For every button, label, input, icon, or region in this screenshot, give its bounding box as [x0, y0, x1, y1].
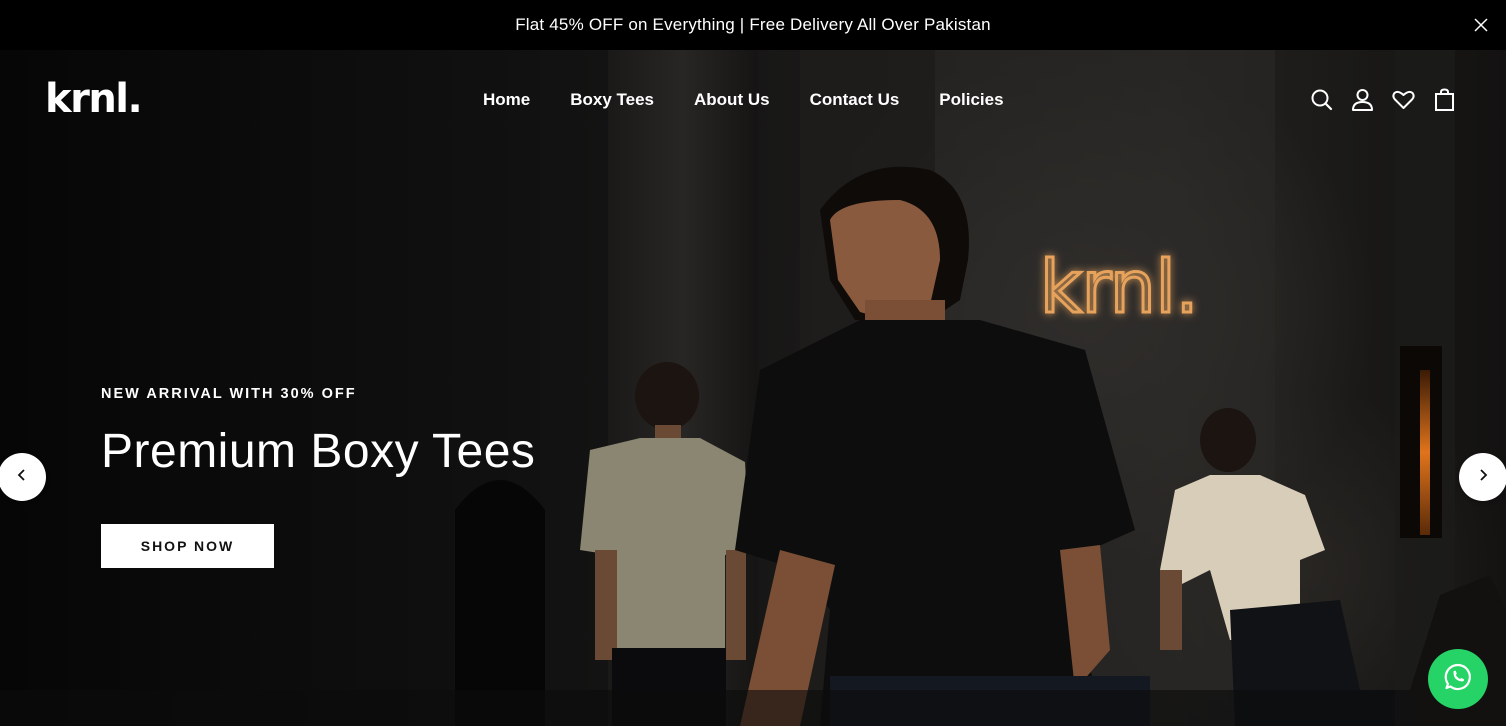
whatsapp-icon — [1443, 662, 1473, 697]
nav-boxy-tees[interactable]: Boxy Tees — [570, 90, 654, 110]
close-icon[interactable] — [1473, 17, 1489, 33]
slider-next-button[interactable] — [1459, 453, 1506, 501]
shop-now-button[interactable]: SHOP NOW — [101, 524, 274, 568]
brand-logo[interactable]: krnl. — [45, 76, 143, 122]
page: krnl. Flat 45% OFF on Everything | Free … — [0, 0, 1506, 726]
nav-about-us[interactable]: About Us — [694, 90, 770, 110]
chevron-right-icon — [1476, 468, 1490, 487]
search-icon[interactable] — [1310, 88, 1333, 112]
site-header: krnl. Home Boxy Tees About Us Contact Us… — [0, 50, 1506, 150]
header-icons — [1310, 88, 1456, 112]
account-icon[interactable] — [1351, 88, 1374, 112]
nav-policies[interactable]: Policies — [939, 90, 1003, 110]
cart-bag-icon[interactable] — [1433, 88, 1456, 112]
hero-headline: Premium Boxy Tees — [101, 425, 536, 478]
announcement-bar: Flat 45% OFF on Everything | Free Delive… — [0, 0, 1506, 50]
main-nav: Home Boxy Tees About Us Contact Us Polic… — [483, 90, 1004, 110]
announcement-text: Flat 45% OFF on Everything | Free Delive… — [515, 15, 991, 34]
slider-prev-button[interactable] — [0, 453, 46, 501]
hero-eyebrow: NEW ARRIVAL WITH 30% OFF — [101, 386, 357, 402]
chevron-left-icon — [15, 468, 29, 487]
nav-home[interactable]: Home — [483, 90, 530, 110]
neon-wall-sign: krnl. — [1040, 245, 1199, 329]
whatsapp-button[interactable] — [1428, 649, 1488, 709]
nav-contact-us[interactable]: Contact Us — [810, 90, 900, 110]
wishlist-heart-icon[interactable] — [1392, 88, 1415, 112]
